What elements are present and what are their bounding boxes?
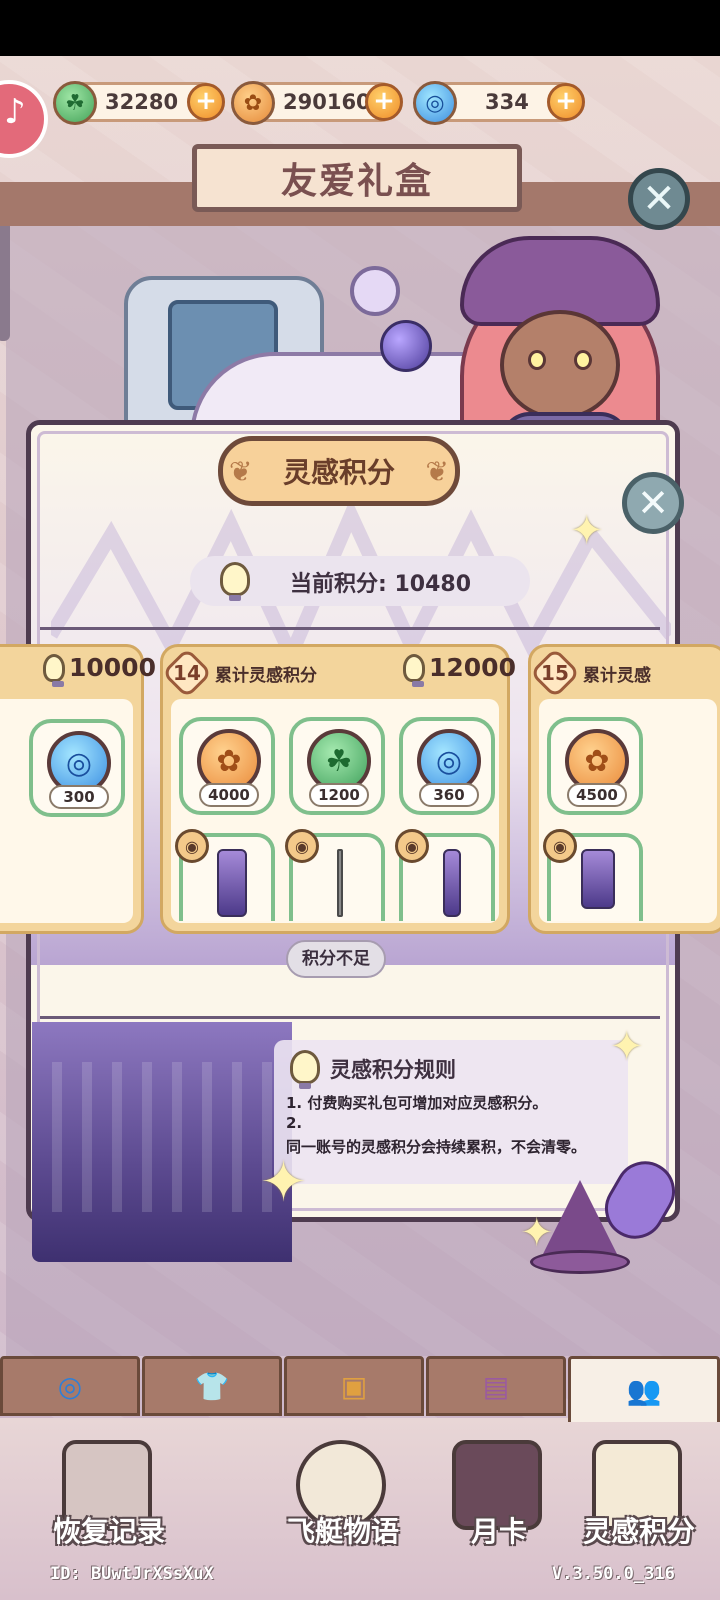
stained-window-item-icon (217, 849, 247, 917)
furniture-reward-slot[interactable]: ◉ (543, 829, 643, 921)
sword-item-icon (337, 849, 343, 917)
currency-clover: ☘ 32280 + (53, 81, 225, 125)
currency-swirl: ◎ 334 + (413, 81, 585, 125)
nav-label: 灵感积分 (582, 1515, 695, 1548)
furniture-reward-slot[interactable]: ◉ (285, 829, 385, 921)
reward-quantity: 4000 (199, 783, 259, 807)
nav-label: 月卡 (470, 1515, 527, 1548)
page-title: 友爱礼盒 (280, 161, 433, 202)
preview-eye-icon[interactable]: ◉ (285, 829, 319, 863)
lightbulb-icon (220, 562, 250, 601)
currency-bloom: ✿ 290160 + (231, 81, 403, 125)
tab-clothes[interactable]: 👕 (142, 1356, 282, 1416)
tier-requirement: 10000 (43, 653, 156, 687)
current-points-pill: 当前积分: 10480 (190, 556, 530, 606)
reward-quantity: 1200 (309, 783, 369, 807)
reward-slot[interactable]: ✿ 4500 (547, 717, 643, 815)
app-version: V.3.50.0_316 (552, 1564, 675, 1584)
reward-slot[interactable]: ☘ 1200 (289, 717, 385, 815)
page-title-banner: 友爱礼盒 (192, 144, 522, 212)
swirl-tab-icon: ◎ (57, 1369, 83, 1403)
bloom-coin-icon: ✿ (231, 81, 275, 125)
dialog-title-plaque: 灵感积分 (218, 436, 460, 506)
reward-slot[interactable]: ◎ 360 (399, 717, 495, 815)
insufficient-points-button[interactable]: 积分不足 (286, 940, 386, 978)
close-dialog-button[interactable]: ✕ (622, 472, 684, 534)
dialog-title: 灵感积分 (282, 456, 395, 489)
reward-tier-15: 15 累计灵感 ✿ 4500 ◉ (528, 644, 720, 934)
currency-amount: 290160 (283, 90, 371, 114)
furniture-reward-slot[interactable]: ◉ (175, 829, 275, 921)
close-page-button[interactable]: ✕ (628, 168, 690, 230)
tab-card[interactable]: ▤ (426, 1356, 566, 1416)
current-points-label: 当前积分: 10480 (290, 572, 471, 597)
preview-eye-icon[interactable]: ◉ (395, 829, 429, 863)
category-tab-bar: ◎ 👕 ▣ ▤ 👥 (0, 1356, 720, 1422)
tier-number-badge: 15 (529, 647, 581, 699)
preview-eye-icon[interactable]: ◉ (175, 829, 209, 863)
tab-friends[interactable]: 👥 (568, 1356, 720, 1422)
room-preview-image (32, 1022, 292, 1262)
moon-banner-item-icon (443, 849, 461, 917)
tiktok-badge-icon[interactable]: ♪ (0, 80, 48, 158)
umbrella-canopy (594, 1150, 686, 1250)
rules-line: 同一账号的灵感积分会持续累积，不会清零。 (286, 1138, 587, 1156)
rules-line: 1. 付费购买礼包可增加对应灵感积分。 (286, 1094, 548, 1112)
divider-line (40, 1016, 660, 1019)
character-eye (574, 350, 592, 370)
sparkle-icon: ✦ (570, 508, 604, 554)
sparkle-icon: ✦ (260, 1150, 307, 1215)
tier-number-badge: 14 (161, 647, 213, 699)
reward-slot[interactable]: ✿ 4000 (179, 717, 275, 815)
add-bloom-button[interactable]: + (365, 83, 403, 121)
lightbulb-icon (43, 653, 65, 687)
gift-tab-icon: ▣ (340, 1369, 368, 1403)
reward-quantity: 300 (49, 785, 109, 809)
lightbulb-icon (290, 1050, 320, 1089)
nav-label: 恢复记录 (52, 1515, 165, 1548)
currency-amount: 334 (485, 90, 529, 114)
nav-airship-story[interactable]: 飞艇物语 (268, 1440, 418, 1590)
sparkle-icon: ✦ (610, 1024, 644, 1070)
reward-quantity: 4500 (567, 783, 627, 807)
furniture-reward-slot[interactable]: ◉ (395, 829, 495, 921)
rules-panel: 灵感积分规则 1. 付费购买礼包可增加对应灵感积分。 2. 同一账号的灵感积分会… (274, 1040, 628, 1184)
rules-line: 2. (286, 1114, 303, 1132)
rules-title: 灵感积分规则 (330, 1058, 456, 1082)
clover-coin-icon: ☘ (53, 81, 97, 125)
tier-requirement-value: 10000 (69, 653, 156, 682)
tab-gift[interactable]: ▣ (284, 1356, 424, 1416)
currency-amount: 32280 (105, 90, 179, 114)
mirror-item-icon (581, 849, 615, 909)
reward-tier-13: 10000 ◎ 300 (0, 644, 156, 934)
reward-slot[interactable]: ◎ 300 (29, 719, 125, 817)
friends-tab-icon: 👥 (626, 1374, 662, 1407)
nav-label: 飞艇物语 (286, 1515, 399, 1548)
bubble-deco (350, 266, 400, 316)
shirt-tab-icon: 👕 (194, 1369, 230, 1403)
tab-swirl[interactable]: ◎ (0, 1356, 140, 1416)
divider-line (40, 627, 660, 630)
umbrella-deco (594, 1120, 690, 1290)
tier-title: 累计灵感 (583, 666, 651, 686)
crystal-ball-deco (380, 320, 432, 372)
reward-tier-14: 14 累计灵感积分 12000 ✿ 4000 ☘ 1200 ◎ 360 ◉ ◉ … (160, 644, 516, 934)
tier-requirement-value: 12000 (429, 653, 516, 682)
card-tab-icon: ▤ (482, 1369, 510, 1403)
player-id: ID: BUwtJrXSsXuX (50, 1564, 214, 1584)
swirl-gem-icon: ◎ (413, 81, 457, 125)
add-clover-button[interactable]: + (187, 83, 225, 121)
lightbulb-icon (403, 653, 425, 687)
reward-quantity: 360 (419, 783, 479, 807)
side-drawer-handle[interactable] (0, 221, 10, 341)
character-face (500, 310, 620, 420)
tier-number: 15 (541, 661, 569, 685)
tier-title: 累计灵感积分 (215, 666, 317, 686)
tier-requirement: 12000 (403, 653, 516, 687)
add-swirl-button[interactable]: + (547, 83, 585, 121)
tier-number: 14 (173, 661, 201, 685)
character-eye (528, 350, 546, 370)
preview-eye-icon[interactable]: ◉ (543, 829, 577, 863)
